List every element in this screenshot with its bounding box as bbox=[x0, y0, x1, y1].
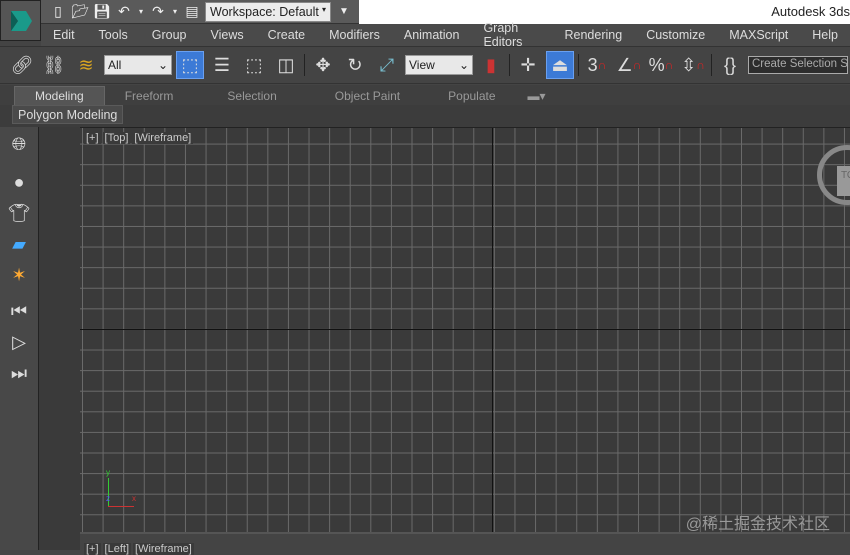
divider bbox=[711, 54, 712, 76]
command-panel-strip bbox=[39, 127, 80, 550]
app-logo-button[interactable] bbox=[0, 0, 41, 41]
tab-object-paint[interactable]: Object Paint bbox=[311, 87, 424, 105]
spinner-snap-icon[interactable]: ⇳ ∩ bbox=[679, 51, 707, 79]
axis-x-label: x bbox=[132, 494, 136, 503]
viewport-shading-menu[interactable]: [Wireframe] bbox=[133, 543, 194, 555]
window-crossing-icon[interactable]: ◫ bbox=[272, 51, 300, 79]
menu-create[interactable]: Create bbox=[256, 28, 318, 42]
menu-animation[interactable]: Animation bbox=[392, 28, 472, 42]
tab-modeling[interactable]: Modeling bbox=[14, 86, 105, 105]
grid-axis-vertical bbox=[492, 128, 493, 532]
reference-coordinate-value: View bbox=[409, 58, 435, 72]
menu-views[interactable]: Views bbox=[198, 28, 255, 42]
new-file-icon[interactable]: ▯ bbox=[49, 3, 67, 21]
menu-edit[interactable]: Edit bbox=[41, 28, 87, 42]
scale-icon[interactable]: ⤢ bbox=[373, 51, 401, 79]
particle-icon[interactable]: ✶ bbox=[4, 261, 34, 289]
percent-snap-icon[interactable]: % ∩ bbox=[647, 51, 675, 79]
menu-bar: Edit Tools Group Views Create Modifiers … bbox=[41, 21, 850, 49]
menu-group[interactable]: Group bbox=[140, 28, 199, 42]
selection-filter-dropdown[interactable]: All ⌄ bbox=[104, 55, 172, 75]
scene-explorer-icon[interactable]: 🌐︎ bbox=[4, 130, 34, 158]
select-manipulate-icon[interactable]: ✛ bbox=[514, 51, 542, 79]
select-object-icon[interactable]: ⬚ bbox=[176, 51, 204, 79]
keyboard-shortcut-override-icon[interactable]: ⏏ bbox=[546, 51, 574, 79]
viewport-left[interactable]: [+] [Left] [Wireframe] bbox=[80, 532, 850, 555]
tab-populate[interactable]: Populate bbox=[424, 87, 519, 105]
redo-icon[interactable]: ↷ bbox=[149, 3, 167, 21]
customize-qat-icon[interactable]: ▼ bbox=[335, 3, 353, 21]
title-bar: Autodesk 3ds bbox=[359, 0, 850, 24]
menu-help[interactable]: Help bbox=[800, 28, 850, 42]
3ds-max-logo-icon bbox=[10, 10, 32, 31]
next-keyframe-icon[interactable]: ⏭ bbox=[4, 359, 34, 387]
axis-tripod: y z x bbox=[106, 468, 136, 508]
rotate-icon[interactable]: ↻ bbox=[341, 51, 369, 79]
sphere-object-icon[interactable]: ● bbox=[4, 168, 34, 196]
save-icon[interactable]: 💾︎ bbox=[93, 3, 111, 21]
open-file-icon[interactable]: 📂︎ bbox=[71, 3, 89, 21]
ribbon-options-icon[interactable]: ▬▾ bbox=[520, 87, 554, 105]
selection-filter-value: All bbox=[108, 58, 122, 72]
undo-dropdown-icon[interactable]: ▾ bbox=[137, 3, 145, 21]
workspace-dropdown[interactable]: Workspace: Default ▾ bbox=[205, 1, 331, 22]
viewport-top[interactable]: [+] [Top] [Wireframe] TOP y z x bbox=[80, 127, 850, 532]
window-title: Autodesk 3ds bbox=[771, 4, 850, 19]
hair-icon[interactable]: ▰ bbox=[4, 230, 34, 258]
divider bbox=[578, 54, 579, 76]
watermark: @稀土掘金技术社区 bbox=[685, 516, 830, 533]
ribbon-panel bbox=[0, 105, 850, 127]
axis-y-label: y bbox=[106, 468, 110, 477]
grid-axis-horizontal bbox=[80, 329, 850, 330]
menu-graph-editors[interactable]: Graph Editors bbox=[471, 21, 552, 49]
main-toolbar: 🔗︎ ⛓︎ ≋ All ⌄ ⬚ ☰ ⬚ ◫ ✥ ↻ ⤢ View ⌄ ▮ ✛ ⏏ 3… bbox=[0, 46, 850, 84]
pivot-center-icon[interactable]: ▮ bbox=[477, 51, 505, 79]
angle-snap-icon[interactable]: ∠ ∩ bbox=[615, 51, 643, 79]
chevron-down-icon: ▾ bbox=[321, 4, 326, 14]
rectangular-selection-icon[interactable]: ⬚ bbox=[240, 51, 268, 79]
viewport-shading-menu[interactable]: [Wireframe] bbox=[132, 132, 194, 144]
snaps-toggle-icon[interactable]: 3 ∩ bbox=[583, 51, 611, 79]
redo-dropdown-icon[interactable]: ▾ bbox=[171, 3, 179, 21]
unlink-icon[interactable]: ⛓︎ bbox=[40, 51, 68, 79]
menu-rendering[interactable]: Rendering bbox=[553, 28, 635, 42]
tab-selection[interactable]: Selection bbox=[193, 87, 310, 105]
viewport-plus-menu[interactable]: [+] bbox=[84, 543, 101, 555]
left-toolbar: 🌐︎ ● 👕︎ ▰ ✶ ⏮ ▷ ⏭ bbox=[0, 127, 39, 550]
chevron-down-icon: ⌄ bbox=[458, 58, 469, 72]
menu-maxscript[interactable]: MAXScript bbox=[717, 28, 800, 42]
polygon-modeling-panel[interactable]: Polygon Modeling bbox=[12, 105, 124, 124]
previous-keyframe-icon[interactable]: ⏮ bbox=[4, 297, 34, 325]
divider bbox=[304, 54, 305, 76]
chevron-down-icon: ⌄ bbox=[157, 58, 168, 72]
undo-icon[interactable]: ↶ bbox=[115, 3, 133, 21]
menu-modifiers[interactable]: Modifiers bbox=[317, 28, 392, 42]
reference-coordinate-dropdown[interactable]: View ⌄ bbox=[405, 55, 473, 75]
viewport-plus-menu[interactable]: [+] bbox=[84, 132, 101, 144]
viewport-view-menu[interactable]: [Top] bbox=[102, 132, 131, 144]
edit-named-selection-icon[interactable]: {} bbox=[716, 51, 744, 79]
project-folder-icon[interactable]: ▤ bbox=[183, 3, 201, 21]
menu-tools[interactable]: Tools bbox=[87, 28, 140, 42]
play-icon[interactable]: ▷ bbox=[4, 328, 34, 356]
select-by-name-icon[interactable]: ☰ bbox=[208, 51, 236, 79]
tab-freeform[interactable]: Freeform bbox=[105, 87, 194, 105]
ribbon-tabs: Modeling Freeform Selection Object Paint… bbox=[0, 85, 850, 105]
workspace-label: Workspace: Default bbox=[210, 4, 319, 19]
bind-space-warp-icon[interactable]: ≋ bbox=[72, 51, 100, 79]
link-icon[interactable]: 🔗︎ bbox=[8, 51, 36, 79]
viewcube[interactable]: TOP bbox=[837, 166, 850, 196]
quick-access-toolbar: ▯ 📂︎ 💾︎ ↶ ▾ ↷ ▾ ▤ Workspace: Default ▾ ▼ bbox=[41, 0, 359, 24]
viewport-view-menu[interactable]: [Left] bbox=[102, 543, 132, 555]
move-icon[interactable]: ✥ bbox=[309, 51, 337, 79]
menu-customize[interactable]: Customize bbox=[634, 28, 717, 42]
cloth-icon[interactable]: 👕︎ bbox=[4, 199, 34, 227]
divider bbox=[509, 54, 510, 76]
named-selection-set-input[interactable]: Create Selection Set bbox=[748, 56, 848, 74]
axis-z-label: z bbox=[106, 494, 110, 503]
